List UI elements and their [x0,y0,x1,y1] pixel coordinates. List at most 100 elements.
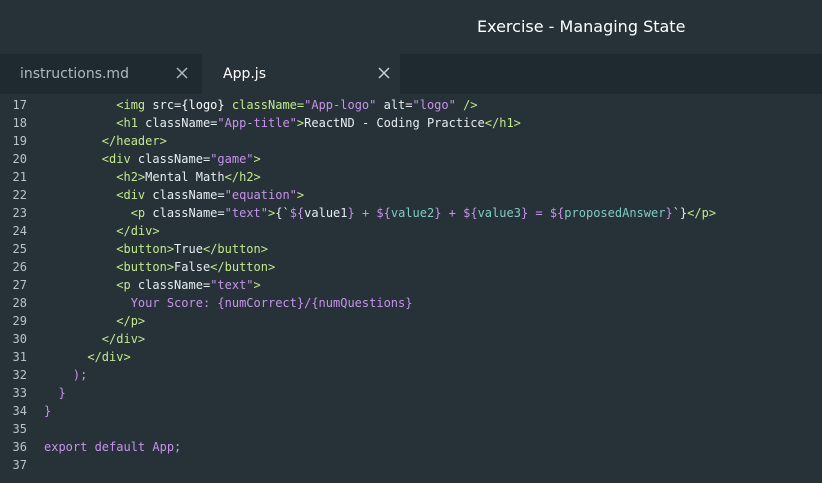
code-text: export default App; [44,438,181,456]
line-number: 19 [12,134,27,148]
code-token: "logo" [412,98,456,112]
code-line[interactable]: 29 </p> [0,312,822,330]
tab-bar: instructions.md App.js [0,54,822,94]
code-token: </button> [202,242,268,256]
code-token: <button> [116,242,175,256]
code-token: True [174,242,203,256]
code-line[interactable]: 28 Your Score: {numCorrect}/{numQuestion… [0,294,822,312]
code-line[interactable]: 24 </div> [0,222,822,240]
code-line[interactable]: 22 <div className="equation"> [0,186,822,204]
code-token: "App-title" [217,116,297,130]
code-token: <img [116,98,146,112]
code-token: value1 [304,206,348,220]
code-token: export default App; [44,440,182,454]
line-number: 27 [12,278,27,292]
code-token: {logo} [181,98,225,112]
code-token: ${ [289,206,305,220]
code-text: </div> [44,348,130,366]
code-token: className= [137,116,218,130]
code-token: </header> [101,134,167,148]
tab-instructions-md[interactable]: instructions.md [0,54,202,94]
code-line[interactable]: 34} [0,402,822,420]
code-token: className= [224,98,305,112]
code-text: <div className="game"> [44,150,261,168]
code-line[interactable]: 31 </div> [0,348,822,366]
line-number: 34 [12,404,27,418]
code-token: } [44,386,66,400]
code-token: ); [44,368,88,382]
code-token: value3 [477,206,521,220]
title-bar: Exercise - Managing State [0,0,822,54]
code-text: <p className="text">{`${value1} + ${valu… [44,204,716,222]
code-token: </h2> [224,170,261,184]
line-number: 28 [12,296,27,310]
code-line[interactable]: 23 <p className="text">{`${value1} + ${v… [0,204,822,222]
code-text: <div className="equation"> [44,186,304,204]
code-line[interactable]: 17 <img src={logo} className="App-logo" … [0,96,822,114]
code-text: </div> [44,222,159,240]
line-number: 36 [12,440,27,454]
code-token: Mental Math [145,170,225,184]
code-token: "App-logo" [304,98,377,112]
line-number: 29 [12,314,27,328]
code-line[interactable]: 36 export default App; [0,438,822,456]
code-token: </button> [210,260,276,274]
line-number: 37 [12,458,27,472]
code-text: </header> [44,132,167,150]
code-token: } + ${ [347,206,391,220]
code-line[interactable]: 32 ); [0,366,822,384]
code-line[interactable]: 25 <button>True</button> [0,240,822,258]
code-token: </h1> [484,116,521,130]
close-icon[interactable] [377,66,391,80]
code-token: <h1 [116,116,138,130]
code-token: </p> [687,206,717,220]
code-line[interactable]: 35 [0,420,822,438]
code-token: <p [116,278,131,292]
code-token: alt= [376,98,413,112]
code-text: <p className="text"> [44,276,261,294]
code-token: > [253,152,261,166]
code-line[interactable]: 18 <h1 className="App-title">ReactND - C… [0,114,822,132]
code-token: className= [145,206,225,220]
code-token: value2 [390,206,435,220]
code-line[interactable]: 20 <div className="game"> [0,150,822,168]
line-number: 20 [12,152,27,166]
code-line[interactable]: 33 } [0,384,822,402]
code-line[interactable]: 27 <p className="text"> [0,276,822,294]
code-token: /> [455,98,478,112]
code-text: <button>False</button> [44,258,275,276]
code-token: } + ${ [434,206,478,220]
tab-app-js[interactable]: App.js [202,54,400,94]
code-line[interactable]: 37 [0,456,822,474]
tab-label: App.js [223,66,266,82]
code-token: </div> [101,332,146,346]
code-line[interactable]: 19 </header> [0,132,822,150]
code-line[interactable]: 30 </div> [0,330,822,348]
line-number: 21 [12,170,27,184]
code-token: "game" [210,152,254,166]
code-text: ); [44,366,87,384]
code-token: > [296,188,305,202]
code-text: } [44,384,66,402]
code-text: <img src={logo} className="App-logo" alt… [44,96,478,114]
close-icon[interactable] [175,66,189,80]
code-token: className= [130,152,211,166]
code-text: Your Score: {numCorrect}/{numQuestions} [44,294,413,312]
line-number: 26 [12,260,27,274]
line-number: 35 [12,422,27,436]
line-number: 23 [12,206,27,220]
code-editor[interactable]: 17 <img src={logo} className="App-logo" … [0,94,822,483]
code-line[interactable]: 26 <button>False</button> [0,258,822,276]
tab-label: instructions.md [20,66,129,82]
code-line[interactable]: 21 <h2>Mental Math</h2> [0,168,822,186]
